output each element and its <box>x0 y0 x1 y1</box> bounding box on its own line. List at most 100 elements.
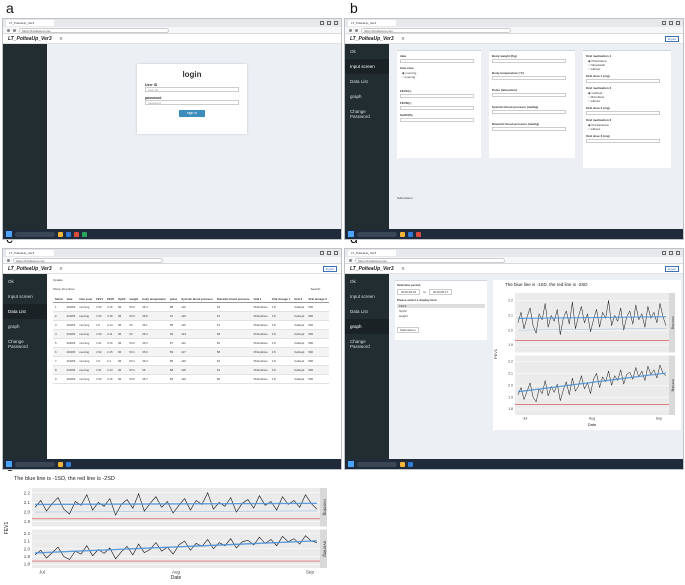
browser-tab[interactable]: LT_PolteaUp_Ver3 <box>6 250 54 256</box>
submission-link[interactable]: Submission <box>397 196 413 200</box>
table-row[interactable]: 6 2018/6 evening 1.52 2.15 96 53.1 36.6 89 117 58 P… <box>53 347 329 357</box>
dose1-input[interactable] <box>586 79 660 83</box>
browser-tab[interactable]: LT_PolteaUp_Ver3 <box>348 20 396 26</box>
close-icon[interactable] <box>676 20 680 25</box>
minimize-icon[interactable] <box>320 250 324 255</box>
menu-icon[interactable]: ≡ <box>60 266 63 272</box>
sign-in-button[interactable]: sign in <box>179 110 205 117</box>
close-icon[interactable] <box>334 250 338 255</box>
windows-start-icon[interactable] <box>348 461 354 467</box>
table-row[interactable]: 7 2018/6 morning 1.5 2.1 96 53.1 36.3 85 120 62 Pir… <box>53 356 329 366</box>
table-row[interactable]: 8 2018/6 evening 1.51 2.13 96 53.1 36 88 118 64 Pir… <box>53 365 329 375</box>
date-input[interactable] <box>400 59 474 63</box>
date-to-input[interactable]: 2019-08-17 <box>428 289 453 295</box>
back-icon[interactable] <box>7 28 10 32</box>
table-row[interactable]: 9 2018/6 morning 1.53 2.16 96 53.0 36.7 89 126 66 P… <box>53 374 329 384</box>
taskbar-search[interactable] <box>15 231 55 237</box>
minimize-icon[interactable] <box>662 20 666 25</box>
radio-med2[interactable]: ○ without <box>588 99 671 103</box>
maximize-icon[interactable] <box>327 250 331 255</box>
radio-evening[interactable]: ○ evening <box>402 75 481 79</box>
sidebar-item-graph[interactable]: graph <box>345 319 389 334</box>
maximize-icon[interactable] <box>669 20 673 25</box>
back-icon[interactable] <box>349 28 352 32</box>
table-row[interactable]: 5 2018/6 morning 1.51 2.16 96 53.2 36.3 87 112 60 P… <box>53 338 329 348</box>
address-input[interactable]: https://lt-followup.com <box>355 257 505 263</box>
menu-icon[interactable]: ≡ <box>402 36 405 42</box>
item-fev1[interactable]: FEV1 <box>397 304 485 308</box>
maximize-icon[interactable] <box>327 20 331 25</box>
table-row[interactable]: 3 2018/6 morning 1.5 2.14 96 53 36.1 85 116 61 Pirf… <box>53 320 329 330</box>
submission-button[interactable]: Submission <box>397 327 419 333</box>
sidebar-item-input[interactable]: Input screen <box>3 289 47 304</box>
update-button[interactable]: Update <box>53 278 63 282</box>
table-row[interactable]: 2 2018/6 evening 1.52 2.16 96 53.2 36.8 91 126 61 P… <box>53 311 329 321</box>
sidebar-item-change-password[interactable]: Change Password <box>345 104 389 124</box>
folder-icon[interactable] <box>400 461 405 467</box>
windows-start-icon[interactable] <box>6 461 12 467</box>
browser-icon[interactable] <box>408 231 413 237</box>
app-icon[interactable] <box>74 231 79 237</box>
windows-start-icon[interactable] <box>6 231 12 237</box>
table-row[interactable]: 1 2018/6 morning 1.53 2.16 96 53.2 36.4 88 116 64 P… <box>53 302 329 312</box>
folder-icon[interactable] <box>58 231 63 237</box>
browser-tab[interactable]: LT_PolteaUp_Ver3 <box>6 20 54 26</box>
fev6-input[interactable] <box>400 106 474 110</box>
folder-icon[interactable] <box>58 461 63 467</box>
back-icon[interactable] <box>7 258 10 262</box>
logout-button[interactable]: logout <box>664 35 679 42</box>
spo2-input[interactable] <box>400 118 474 122</box>
app-icon[interactable] <box>82 231 87 237</box>
sidebar-item-change-password[interactable]: Change Password <box>3 334 47 354</box>
sidebar-item-data-list[interactable]: Data List <box>345 74 389 89</box>
table-row[interactable]: 4 2018/6 evening 1.53 2.11 96 53 36.4 90 124 68 Pir… <box>53 329 329 339</box>
menu-icon[interactable]: ≡ <box>402 266 405 272</box>
diastolic-input[interactable] <box>492 127 566 131</box>
item-weight[interactable]: weight <box>397 314 485 318</box>
address-input[interactable]: https://lt-followup.com <box>361 27 511 33</box>
reload-icon[interactable] <box>13 28 16 32</box>
show-entries[interactable]: Show 10 entries <box>53 287 75 291</box>
address-input[interactable]: https://lt-followup.com <box>19 27 169 33</box>
weight-input[interactable] <box>492 59 566 63</box>
sidebar-item-change-password[interactable]: Change Password <box>345 334 389 354</box>
minimize-icon[interactable] <box>662 250 666 255</box>
item-spo2[interactable]: SpO2 <box>397 309 485 313</box>
radio-med3[interactable]: ○ without <box>588 127 671 131</box>
user-id-input[interactable]: User ID <box>145 87 239 92</box>
address-input[interactable]: https://lt-followup.com <box>13 257 163 263</box>
browser-icon[interactable] <box>66 231 71 237</box>
menu-icon[interactable]: ≡ <box>60 36 63 42</box>
dose3-input[interactable] <box>586 139 660 143</box>
logout-button[interactable]: logout <box>664 265 679 272</box>
pulse-input[interactable] <box>492 93 566 97</box>
reload-icon[interactable] <box>355 28 358 32</box>
taskbar-search[interactable] <box>357 231 397 237</box>
password-input[interactable]: password <box>145 100 239 105</box>
close-icon[interactable] <box>676 250 680 255</box>
sidebar-item-graph[interactable]: graph <box>345 89 389 104</box>
back-icon[interactable] <box>349 258 352 262</box>
logout-button[interactable]: logout <box>322 265 337 272</box>
sidebar-item-input[interactable]: Input screen <box>345 289 389 304</box>
taskbar-search[interactable] <box>15 461 55 467</box>
sidebar-item-ok[interactable]: Ok <box>3 274 47 289</box>
browser-tab[interactable]: LT_PolteaUp_Ver3 <box>348 250 396 256</box>
sidebar-item-data-list[interactable]: Data List <box>345 304 389 319</box>
close-icon[interactable] <box>334 20 338 25</box>
sidebar-item-data-list[interactable]: Data List <box>3 304 47 319</box>
taskbar-search[interactable] <box>357 461 397 467</box>
systolic-input[interactable] <box>492 110 566 114</box>
browser-icon[interactable] <box>66 461 71 467</box>
sidebar-item-input[interactable]: Input screen <box>345 59 389 74</box>
dose2-input[interactable] <box>586 111 660 115</box>
windows-start-icon[interactable] <box>348 231 354 237</box>
fev1-input[interactable] <box>400 94 474 98</box>
browser-icon[interactable] <box>408 461 413 467</box>
folder-icon[interactable] <box>400 231 405 237</box>
radio-med1[interactable]: ○ without <box>588 67 671 71</box>
date-from-input[interactable]: 2019-06-01 <box>397 289 421 295</box>
sidebar-item-ok[interactable]: Ok <box>345 274 389 289</box>
maximize-icon[interactable] <box>669 250 673 255</box>
sidebar-item-ok[interactable]: Ok <box>345 44 389 59</box>
